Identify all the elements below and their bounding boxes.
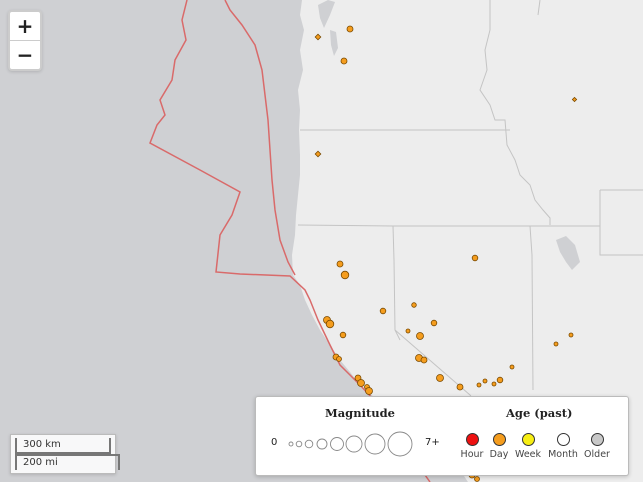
magnitude-circle	[330, 437, 344, 451]
quake-marker	[336, 356, 342, 362]
age-hour-dot	[465, 433, 479, 446]
magnitude-title: Magnitude	[325, 406, 395, 420]
magnitude-circle	[316, 438, 328, 450]
quake-marker	[436, 374, 444, 382]
quake-marker	[471, 254, 479, 262]
quake-marker	[491, 381, 497, 387]
zoom-control: + −	[8, 10, 42, 71]
zoom-out-button[interactable]: −	[10, 40, 40, 69]
quake-marker	[509, 364, 515, 370]
quake-marker	[420, 356, 428, 364]
quake-marker	[325, 319, 335, 329]
age-older-dot	[590, 433, 604, 446]
magnitude-circle	[364, 433, 386, 455]
magnitude-circle	[304, 439, 314, 449]
quake-marker	[336, 260, 344, 268]
scale-bar: 300 km 200 mi	[10, 434, 120, 474]
quake-marker	[339, 331, 347, 339]
quake-marker	[357, 379, 365, 387]
map-legend: Magnitude Age (past) 0 7+ Hour Day Week …	[255, 396, 629, 476]
age-day-dot	[492, 433, 506, 446]
quake-marker	[553, 341, 559, 347]
age-legend-week: Week	[508, 433, 548, 460]
magnitude-scale	[288, 431, 413, 457]
age-month-dot	[556, 433, 570, 446]
quake-marker	[340, 270, 350, 280]
age-legend-older: Older	[577, 433, 617, 460]
magnitude-circle	[288, 441, 294, 447]
zoom-in-button[interactable]: +	[10, 12, 40, 40]
quake-marker	[430, 319, 438, 327]
quake-marker	[476, 382, 482, 388]
quake-marker	[416, 332, 424, 340]
quake-marker	[346, 25, 354, 33]
quake-marker	[340, 57, 348, 65]
age-week-dot	[521, 433, 535, 446]
quake-marker	[568, 332, 574, 338]
quake-marker	[474, 476, 480, 482]
magnitude-max-label: 7+	[425, 437, 440, 448]
quake-marker	[365, 387, 373, 395]
scale-mi-label: 200 mi	[15, 454, 120, 470]
magnitude-circle	[387, 431, 413, 457]
age-label: Week	[514, 449, 542, 460]
magnitude-circle	[345, 435, 363, 453]
quake-marker	[456, 383, 464, 391]
quake-marker	[411, 302, 417, 308]
quake-marker	[379, 307, 387, 315]
magnitude-min-label: 0	[271, 437, 278, 448]
quake-marker	[405, 328, 411, 334]
quake-marker	[496, 376, 504, 384]
age-title: Age (past)	[506, 406, 573, 420]
magnitude-circle	[295, 440, 303, 448]
scale-km-label: 300 km	[15, 438, 111, 454]
quake-marker	[482, 378, 488, 384]
age-label: Older	[584, 449, 610, 460]
